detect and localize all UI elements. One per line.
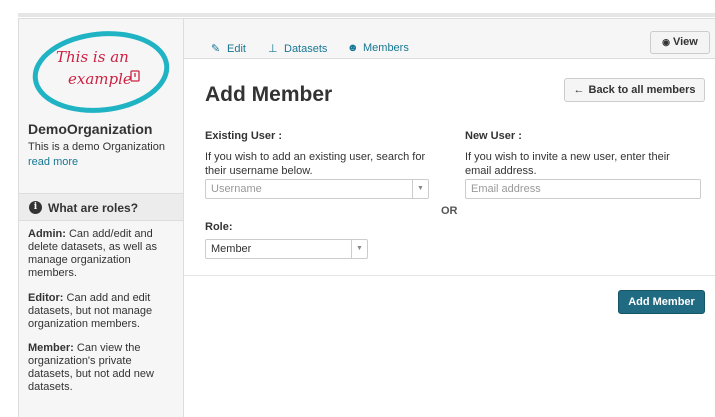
sitemap-icon: ⊥ <box>268 43 278 55</box>
top-border <box>18 13 715 17</box>
back-to-members-button[interactable]: ← Back to all members <box>564 78 705 102</box>
role-name: Member: <box>28 342 74 354</box>
role-text: datasets, but not manage <box>28 305 153 317</box>
role-text: delete datasets, as well as <box>28 241 158 253</box>
username-placeholder: Username <box>211 183 262 195</box>
tab-label: Members <box>363 42 409 54</box>
role-name: Editor: <box>28 292 64 304</box>
existing-user-hint-line2: their username below. <box>205 165 313 177</box>
role-label: Role: <box>205 221 233 233</box>
role-select[interactable]: Member ▼ <box>205 239 368 259</box>
page-frame: This is an example DemoOrganization This… <box>18 18 715 417</box>
organization-logo: This is an example <box>32 31 170 113</box>
arrow-left-icon: ← <box>573 84 585 96</box>
role-name: Admin: <box>28 228 66 240</box>
logo-doodle <box>130 70 140 82</box>
role-select-value: Member <box>211 243 252 255</box>
sidebar: This is an example DemoOrganization This… <box>19 19 184 417</box>
tab-members[interactable]: ☻ Members <box>347 42 409 54</box>
or-separator: OR <box>441 205 458 217</box>
role-text: Can add/edit and <box>68 228 153 240</box>
tab-label: Datasets <box>284 43 328 55</box>
roles-header: i What are roles? <box>19 193 183 221</box>
info-icon: i <box>29 201 42 214</box>
username-select[interactable]: Username ▼ <box>205 179 429 199</box>
tab-edit[interactable]: ✎ Edit <box>211 42 246 55</box>
read-more-link[interactable]: read more <box>28 156 78 168</box>
existing-user-hint-line1: If you wish to add an existing user, sea… <box>205 151 426 163</box>
role-text: datasets. <box>28 381 73 393</box>
view-button[interactable]: ◉ View <box>650 31 710 54</box>
tab-label: Edit <box>227 43 246 55</box>
role-text: datasets, but not add new <box>28 368 154 380</box>
view-button-label: View <box>672 36 698 48</box>
role-text: members. <box>28 267 77 279</box>
role-text: organization members. <box>28 318 140 330</box>
chevron-down-icon[interactable]: ▼ <box>351 240 367 258</box>
page-title: Add Member <box>205 83 333 106</box>
eye-icon: ◉ <box>662 37 670 47</box>
existing-user-label: Existing User : <box>205 130 283 142</box>
organization-name: DemoOrganization <box>28 121 153 137</box>
tab-datasets[interactable]: ⊥ Datasets <box>268 42 327 55</box>
back-button-label: Back to all members <box>588 84 696 96</box>
role-text: Can view the <box>76 342 141 354</box>
role-text: Can add and edit <box>66 292 151 304</box>
chevron-down-icon[interactable]: ▼ <box>412 180 428 198</box>
role-text: manage organization <box>28 254 131 266</box>
organization-description: This is a demo Organization <box>28 141 165 153</box>
add-member-submit-button[interactable]: Add Member <box>618 290 705 314</box>
logo-text-line1: This is an <box>56 48 129 66</box>
role-description-editor: Editor: Can add and edit datasets, but n… <box>28 292 178 331</box>
edit-icon: ✎ <box>211 43 221 55</box>
roles-header-title: What are roles? <box>48 201 139 215</box>
new-user-label: New User : <box>465 130 522 142</box>
form-divider <box>184 275 715 276</box>
role-description-member: Member: Can view the organization's priv… <box>28 342 178 394</box>
group-icon: ☻ <box>347 42 359 54</box>
new-user-hint-line1: If you wish to invite a new user, enter … <box>465 151 670 163</box>
logo-text-line2: example <box>68 70 132 88</box>
role-text: organization's private <box>28 355 132 367</box>
role-description-admin: Admin: Can add/edit and delete datasets,… <box>28 228 178 280</box>
new-user-hint-line2: email address. <box>465 165 537 177</box>
email-address-input[interactable] <box>465 179 701 199</box>
page-nav-tabs: ✎ Edit ⊥ Datasets ☻ Members ◉ View <box>184 19 715 59</box>
